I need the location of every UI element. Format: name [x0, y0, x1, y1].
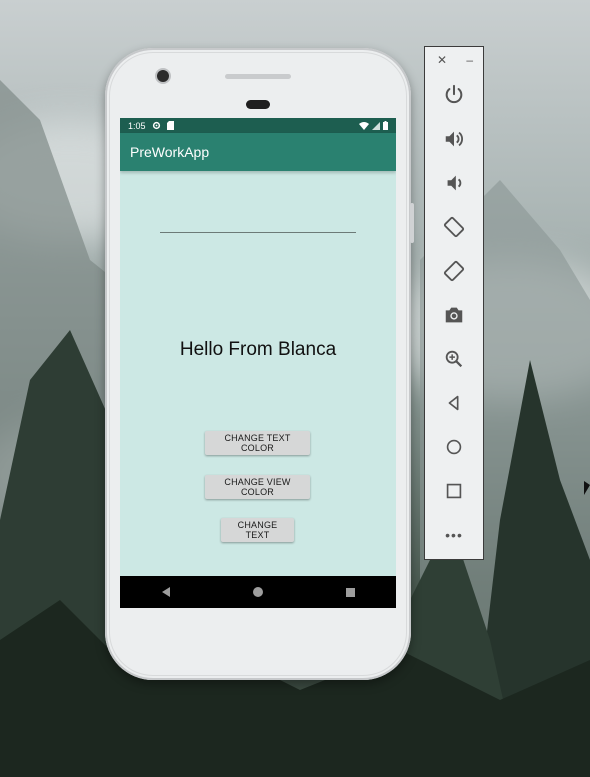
front-camera — [157, 70, 169, 82]
emulator-toolbar: ✕ – ••• — [424, 46, 484, 560]
nav-back-icon[interactable] — [161, 587, 170, 597]
hello-text: Hello From Blanca — [179, 339, 337, 360]
battery-icon — [383, 121, 388, 130]
wifi-icon — [359, 121, 369, 130]
power-icon[interactable] — [425, 82, 483, 108]
earpiece-speaker — [225, 74, 291, 79]
app-bar: PreWorkApp — [120, 133, 396, 171]
mouse-cursor — [584, 481, 590, 495]
change-text-button[interactable]: CHANGE TEXT — [221, 518, 294, 542]
app-title: PreWorkApp — [130, 144, 210, 160]
minimize-icon[interactable]: – — [466, 53, 473, 67]
home-icon[interactable] — [425, 434, 483, 460]
overview-icon[interactable] — [425, 478, 483, 504]
rotate-left-icon[interactable] — [425, 214, 483, 240]
close-icon[interactable]: ✕ — [437, 53, 447, 67]
side-button[interactable] — [410, 203, 414, 243]
status-bar: 1:05 — [120, 118, 396, 133]
zoom-icon[interactable] — [425, 346, 483, 372]
status-time: 1:05 — [128, 120, 146, 131]
change-text-color-button[interactable]: CHANGE TEXT COLOR — [205, 431, 310, 455]
phone-screen: 1:05 PreWorkApp Hello From Blanca CHANGE… — [120, 118, 396, 608]
camera-icon[interactable] — [425, 302, 483, 328]
change-view-color-button[interactable]: CHANGE VIEW COLOR — [205, 475, 310, 499]
proximity-sensor — [246, 100, 270, 109]
phone-frame: 1:05 PreWorkApp Hello From Blanca CHANGE… — [105, 48, 414, 680]
volume-up-icon[interactable] — [425, 126, 483, 152]
rotate-right-icon[interactable] — [425, 258, 483, 284]
signal-icon — [372, 121, 380, 130]
settings-icon — [152, 121, 160, 130]
back-icon[interactable] — [425, 390, 483, 416]
nav-home-icon[interactable] — [252, 587, 263, 597]
main-content: Hello From Blanca CHANGE TEXT COLOR CHAN… — [120, 171, 396, 593]
text-input[interactable] — [160, 232, 356, 233]
navigation-bar — [120, 576, 396, 608]
volume-down-icon[interactable] — [425, 170, 483, 196]
more-icon[interactable]: ••• — [425, 522, 483, 548]
nav-overview-icon[interactable] — [345, 587, 355, 597]
sd-card-icon — [166, 121, 174, 130]
